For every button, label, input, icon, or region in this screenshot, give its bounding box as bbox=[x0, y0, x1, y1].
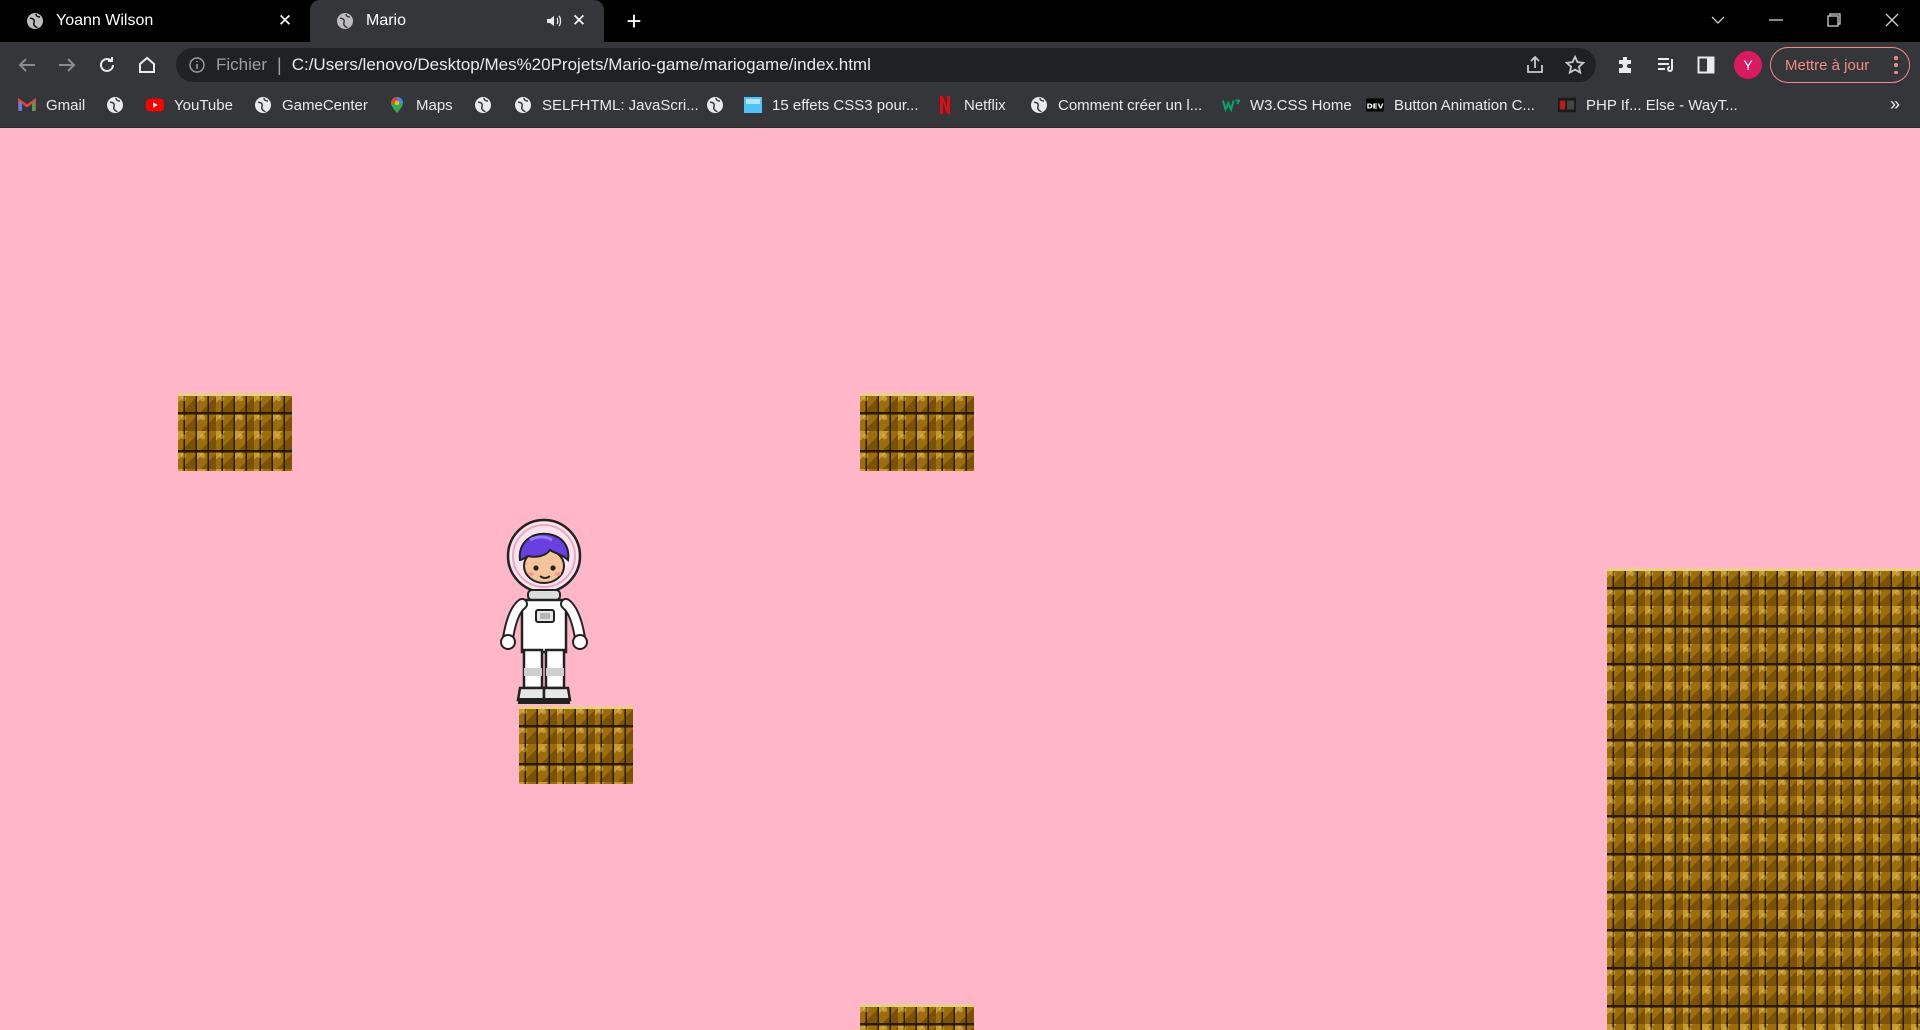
bookmark-label: Maps bbox=[416, 96, 453, 114]
bookmark-globe-3[interactable] bbox=[706, 88, 734, 122]
brick-platform bbox=[178, 393, 292, 471]
toolbar: Fichier | C:/Users/lenovo/Desktop/Mes%20… bbox=[0, 42, 1920, 88]
bookmark-selfhtml[interactable]: SELFHTML: JavaScri... bbox=[514, 88, 699, 122]
home-icon bbox=[139, 56, 155, 73]
netflix-icon bbox=[936, 96, 954, 114]
forward-button[interactable] bbox=[53, 51, 81, 79]
svg-text:DEV: DEV bbox=[1367, 101, 1384, 110]
omnibox-actions bbox=[1522, 48, 1588, 82]
globe-icon bbox=[514, 96, 532, 114]
profile-avatar[interactable]: Y bbox=[1734, 51, 1762, 79]
speaker-icon[interactable] bbox=[544, 11, 564, 31]
bookmark-youtube[interactable]: YouTube bbox=[146, 88, 233, 122]
bookmarks-bar: Gmail YouTube GameCenter Maps SELFHTML: … bbox=[0, 88, 1920, 128]
bookmark-label: SELFHTML: JavaScri... bbox=[542, 96, 699, 114]
bookmark-label: GameCenter bbox=[282, 96, 368, 114]
info-icon[interactable] bbox=[188, 56, 206, 74]
dev-icon: DEV bbox=[1366, 96, 1384, 114]
bookmark-netflix[interactable]: Netflix bbox=[936, 88, 1006, 122]
globe-icon bbox=[1030, 96, 1048, 114]
brick-platform bbox=[860, 393, 974, 471]
new-tab-button[interactable]: + bbox=[620, 8, 648, 36]
share-icon[interactable] bbox=[1522, 52, 1548, 78]
bookmark-css3-effects[interactable]: 15 effets CSS3 pour... bbox=[744, 88, 918, 122]
restore-icon[interactable] bbox=[1806, 0, 1862, 40]
tab-title: Yoann Wilson bbox=[56, 12, 154, 29]
bookmark-w3css[interactable]: W3.CSS Home bbox=[1222, 88, 1352, 122]
globe-icon bbox=[26, 12, 44, 30]
side-panel-icon[interactable] bbox=[1693, 52, 1719, 78]
globe-icon bbox=[106, 96, 124, 114]
tab-search-icon[interactable] bbox=[1690, 0, 1746, 40]
home-button[interactable] bbox=[133, 51, 161, 79]
bookmark-button-animation[interactable]: DEV Button Animation C... bbox=[1366, 88, 1535, 122]
globe-icon bbox=[336, 12, 354, 30]
image-icon bbox=[744, 96, 762, 114]
youtube-icon bbox=[146, 96, 164, 114]
bookmark-gamecenter[interactable]: GameCenter bbox=[254, 88, 368, 122]
menu-icon[interactable] bbox=[1893, 56, 1899, 74]
tab-mario[interactable]: Mario ✕ bbox=[310, 0, 604, 42]
extensions-icon[interactable] bbox=[1613, 52, 1639, 78]
maps-icon bbox=[388, 96, 406, 114]
arrow-right-icon bbox=[59, 58, 76, 72]
bookmark-comment-creer[interactable]: Comment créer un l... bbox=[1030, 88, 1202, 122]
globe-icon bbox=[254, 96, 272, 114]
tab-strip: Yoann Wilson ✕ Mario ✕ + bbox=[0, 0, 1920, 42]
bookmark-label: Comment créer un l... bbox=[1058, 96, 1203, 114]
update-label: Mettre à jour bbox=[1785, 56, 1870, 74]
bookmark-label: Button Animation C... bbox=[1394, 96, 1535, 114]
gmail-icon bbox=[18, 96, 36, 114]
star-icon[interactable] bbox=[1562, 52, 1588, 78]
brick-wall bbox=[1607, 568, 1920, 1030]
media-controls-icon[interactable] bbox=[1653, 52, 1679, 78]
address-bar[interactable]: Fichier | C:/Users/lenovo/Desktop/Mes%20… bbox=[176, 48, 1596, 82]
bookmarks-overflow-icon[interactable]: » bbox=[1890, 94, 1900, 115]
bookmark-gmail[interactable]: Gmail bbox=[18, 88, 85, 122]
brick-platform bbox=[860, 1004, 974, 1030]
bookmark-label: PHP If... Else - WayT... bbox=[1586, 96, 1738, 114]
wayt-icon bbox=[1558, 96, 1576, 114]
bookmark-label: YouTube bbox=[174, 96, 233, 114]
bookmark-label: 15 effets CSS3 pour... bbox=[772, 96, 919, 114]
update-button[interactable]: Mettre à jour bbox=[1770, 47, 1910, 83]
tab-yoann-wilson[interactable]: Yoann Wilson ✕ bbox=[0, 0, 310, 42]
separator: | bbox=[277, 54, 282, 75]
scheme-label: Fichier bbox=[216, 55, 268, 74]
player-character bbox=[500, 518, 588, 704]
w3-icon bbox=[1222, 96, 1240, 114]
bookmark-globe-1[interactable] bbox=[106, 88, 134, 122]
reload-icon bbox=[100, 57, 114, 72]
close-window-icon[interactable] bbox=[1864, 0, 1920, 40]
bookmark-label: Gmail bbox=[46, 96, 86, 114]
back-button[interactable] bbox=[13, 51, 41, 79]
reload-button[interactable] bbox=[93, 51, 121, 79]
bookmark-globe-2[interactable] bbox=[474, 88, 502, 122]
game-canvas bbox=[0, 128, 1920, 1030]
globe-icon bbox=[706, 96, 724, 114]
globe-icon bbox=[474, 96, 492, 114]
url-text[interactable]: C:/Users/lenovo/Desktop/Mes%20Projets/Ma… bbox=[292, 55, 871, 75]
minimize-icon[interactable] bbox=[1748, 0, 1804, 40]
brick-platform bbox=[519, 706, 633, 784]
close-icon[interactable]: ✕ bbox=[568, 10, 590, 32]
bookmark-label: Netflix bbox=[964, 96, 1006, 114]
arrow-left-icon bbox=[18, 58, 35, 72]
bookmark-php-ifelse[interactable]: PHP If... Else - WayT... bbox=[1558, 88, 1738, 122]
close-icon[interactable]: ✕ bbox=[274, 10, 296, 32]
bookmark-maps[interactable]: Maps bbox=[388, 88, 453, 122]
tab-title: Mario bbox=[366, 12, 407, 29]
bookmark-label: W3.CSS Home bbox=[1250, 96, 1352, 114]
